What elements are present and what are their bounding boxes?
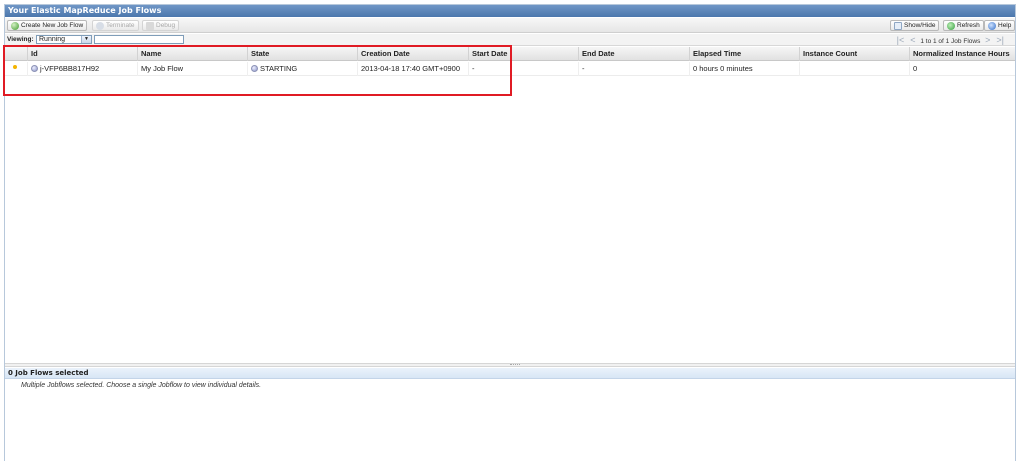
column-header-marker <box>5 47 27 61</box>
create-icon <box>11 22 19 30</box>
column-header-id[interactable]: Id <box>27 47 137 61</box>
refresh-button[interactable]: Refresh <box>943 20 984 31</box>
row-status-icon <box>13 65 17 69</box>
cell-creation-date: 2013-04-18 17:40 GMT+0900 <box>357 62 468 76</box>
column-header-end-date[interactable]: End Date <box>578 47 689 61</box>
cell-end-date: - <box>578 62 689 76</box>
terminate-button[interactable]: Terminate <box>92 20 139 31</box>
status-dot-icon <box>251 65 258 72</box>
cell-id: j-VFP6BB817H92 <box>27 62 137 76</box>
column-header-instance-count[interactable]: Instance Count <box>799 47 909 61</box>
debug-button[interactable]: Debug <box>142 20 180 31</box>
viewing-label: Viewing: <box>7 36 34 43</box>
details-message: Multiple Jobflows selected. Choose a sin… <box>21 382 262 389</box>
table-row[interactable]: j-VFP6BB817H92 My Job Flow STARTING 2013… <box>5 62 1015 76</box>
last-page-icon[interactable]: >| <box>996 35 1004 45</box>
filter-input[interactable] <box>94 35 184 44</box>
panel-title: Your Elastic MapReduce Job Flows <box>5 5 1015 17</box>
cell-start-date: - <box>468 62 578 76</box>
cell-normalized-hours: 0 <box>909 62 1017 76</box>
column-header-state[interactable]: State <box>247 47 357 61</box>
create-job-flow-button[interactable]: Create New Job Flow <box>7 20 88 31</box>
job-flows-table: Id Name State Creation Date Start Date E… <box>5 47 1015 365</box>
column-header-creation-date[interactable]: Creation Date <box>357 47 468 61</box>
pane-splitter[interactable] <box>5 363 1015 367</box>
cell-state: STARTING <box>247 62 357 76</box>
first-page-icon[interactable]: |< <box>897 35 905 45</box>
next-page-icon[interactable]: > <box>985 35 990 45</box>
pager-text: 1 to 1 of 1 Job Flows <box>920 38 981 45</box>
details-pane: 0 Job Flows selected Multiple Jobflows s… <box>5 368 1015 462</box>
refresh-icon <box>947 22 955 30</box>
column-header-elapsed-time[interactable]: Elapsed Time <box>689 47 799 61</box>
details-header: 0 Job Flows selected <box>5 368 1015 379</box>
view-filter-select[interactable]: Running ▼ <box>36 35 92 44</box>
columns-icon <box>894 22 902 30</box>
column-header-start-date[interactable]: Start Date <box>468 47 578 61</box>
help-button[interactable]: Help <box>984 20 1016 31</box>
cell-elapsed-time: 0 hours 0 minutes <box>689 62 799 76</box>
cell-name: My Job Flow <box>137 62 247 76</box>
chevron-down-icon: ▼ <box>81 36 91 43</box>
debug-icon <box>146 22 154 30</box>
job-flows-panel: Your Elastic MapReduce Job Flows Create … <box>4 4 1016 462</box>
table-header: Id Name State Creation Date Start Date E… <box>5 47 1015 61</box>
toolbar: Create New Job Flow Terminate Debug Show… <box>5 18 1016 33</box>
help-icon <box>988 22 996 30</box>
status-dot-icon <box>31 65 38 72</box>
view-filter-bar: Viewing: Running ▼ |< < 1 to 1 of 1 Job F… <box>5 34 1015 46</box>
show-hide-button[interactable]: Show/Hide <box>890 20 940 31</box>
prev-page-icon[interactable]: < <box>910 35 915 45</box>
column-header-normalized-hours[interactable]: Normalized Instance Hours <box>909 47 1017 61</box>
terminate-icon <box>96 22 104 30</box>
cell-instance-count <box>799 62 909 76</box>
column-header-name[interactable]: Name <box>137 47 247 61</box>
splitter-grip[interactable] <box>510 364 520 366</box>
pager: |< < 1 to 1 of 1 Job Flows > >| <box>894 34 1007 46</box>
